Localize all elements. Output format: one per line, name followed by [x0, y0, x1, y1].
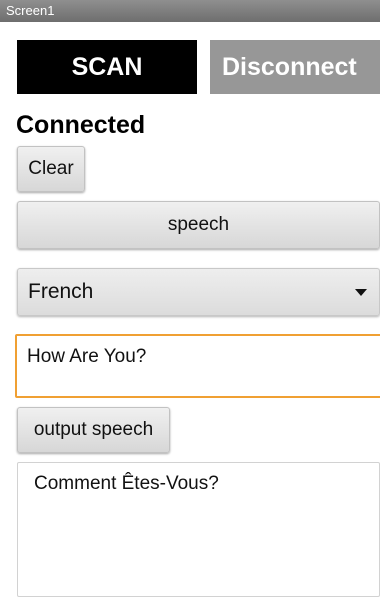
- translation-output-box[interactable]: Comment Êtes-Vous?: [17, 462, 380, 597]
- language-dropdown-value: French: [28, 280, 94, 303]
- window-title-bar: Screen1: [0, 0, 380, 22]
- clear-button[interactable]: Clear: [17, 146, 85, 192]
- connection-status-label: Connected: [16, 111, 146, 139]
- speech-text-input-value: How Are You?: [27, 346, 147, 367]
- translation-output-text: Comment Êtes-Vous?: [34, 473, 219, 494]
- language-dropdown[interactable]: French: [17, 268, 380, 316]
- output-speech-button[interactable]: output speech: [17, 407, 170, 453]
- speech-text-input[interactable]: How Are You?: [15, 334, 380, 398]
- chevron-down-icon: [355, 289, 367, 296]
- scan-button[interactable]: SCAN: [17, 40, 197, 94]
- disconnect-button[interactable]: Disconnect: [210, 40, 380, 94]
- window-title: Screen1: [6, 3, 55, 18]
- speech-button[interactable]: speech: [17, 201, 380, 249]
